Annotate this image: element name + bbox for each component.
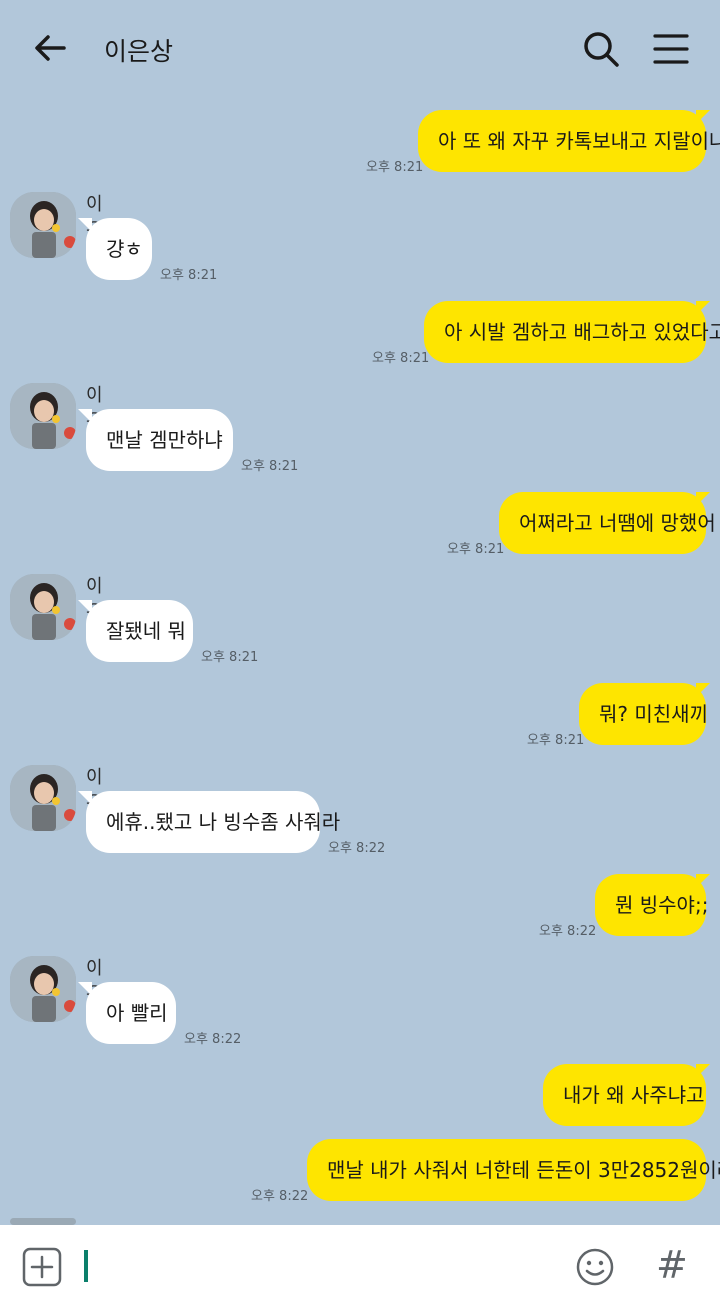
- profile-photo-icon: [10, 383, 76, 449]
- message-time: 오후 8:21: [366, 160, 424, 175]
- back-button[interactable]: [30, 28, 70, 68]
- bubble-tail: [696, 492, 710, 506]
- my-message-bubble[interactable]: 어쩌라고 너땜에 망했어: [499, 492, 716, 554]
- profile-photo-icon: [10, 574, 76, 640]
- message-time: 오후 8:21: [241, 459, 299, 474]
- message-time: 오후 8:21: [447, 542, 505, 557]
- message-time: 오후 8:21: [372, 351, 430, 366]
- bubble-tail: [78, 218, 92, 232]
- my-message-bubble[interactable]: 맨날 내가 사줘서 너한테 든돈이 3만2852원이라고: [307, 1139, 720, 1201]
- bubble-tail: [78, 791, 92, 805]
- profile-photo-icon: [10, 765, 76, 831]
- message-time: 오후 8:21: [201, 650, 259, 665]
- message-time: 오후 8:22: [328, 841, 386, 856]
- avatar[interactable]: [10, 574, 76, 640]
- bubble-tail: [78, 409, 92, 423]
- menu-button[interactable]: [650, 28, 692, 70]
- bubble-tail: [696, 301, 710, 315]
- avatar[interactable]: [10, 383, 76, 449]
- their-message-bubble[interactable]: 잘됐네 뭐: [86, 600, 193, 662]
- avatar[interactable]: [10, 956, 76, 1022]
- my-message-bubble[interactable]: 뭐? 미친새끼: [579, 683, 708, 745]
- their-message-bubble[interactable]: 아 빨리: [86, 982, 176, 1044]
- avatar: [10, 1218, 76, 1225]
- chat-header: 이은상: [0, 0, 720, 100]
- message-time: 오후 8:22: [539, 924, 597, 939]
- bubble-tail: [696, 683, 710, 697]
- text-cursor: [84, 1250, 88, 1282]
- bubble-tail: [696, 110, 710, 124]
- message-time: 오후 8:22: [251, 1189, 309, 1204]
- profile-photo-icon: [10, 956, 76, 1022]
- message-time: 오후 8:21: [160, 268, 218, 283]
- my-message-bubble[interactable]: 뭔 빙수야;;: [595, 874, 708, 936]
- chat-title: 이은상: [104, 37, 174, 66]
- avatar[interactable]: [10, 192, 76, 258]
- search-icon: [584, 32, 619, 67]
- avatar[interactable]: [10, 765, 76, 831]
- emoji-button[interactable]: [574, 1246, 616, 1288]
- message-time: 오후 8:21: [527, 733, 585, 748]
- my-message-bubble[interactable]: 내가 왜 사주냐고: [543, 1064, 706, 1126]
- message-time: 오후 8:22: [184, 1032, 242, 1047]
- attach-button[interactable]: [22, 1247, 62, 1287]
- bubble-tail: [78, 600, 92, 614]
- profile-photo-icon: [10, 192, 76, 258]
- bubble-tail: [78, 982, 92, 996]
- message-input-bar: #: [0, 1225, 720, 1309]
- my-message-bubble[interactable]: 아 시발 겜하고 배그하고 있었다고: [424, 301, 720, 363]
- bubble-tail: [696, 1064, 710, 1078]
- their-message-bubble[interactable]: 걍ㅎ: [86, 218, 152, 280]
- search-button[interactable]: [580, 28, 622, 70]
- bubble-tail: [696, 874, 710, 888]
- my-message-bubble[interactable]: 아 또 왜 자꾸 카톡보내고 지랄이냐: [418, 110, 720, 172]
- plus-square-icon: [22, 1247, 62, 1287]
- their-message-bubble[interactable]: 에휴..됐고 나 빙수좀 사줘라: [86, 791, 340, 853]
- hashtag-search-button[interactable]: #: [656, 1243, 688, 1287]
- smiley-face-icon: [576, 1248, 614, 1286]
- hamburger-menu-icon: [653, 34, 689, 64]
- arrow-left-icon: [35, 35, 66, 61]
- their-message-bubble[interactable]: 맨날 겜만하냐: [86, 409, 233, 471]
- message-input[interactable]: [80, 1247, 550, 1287]
